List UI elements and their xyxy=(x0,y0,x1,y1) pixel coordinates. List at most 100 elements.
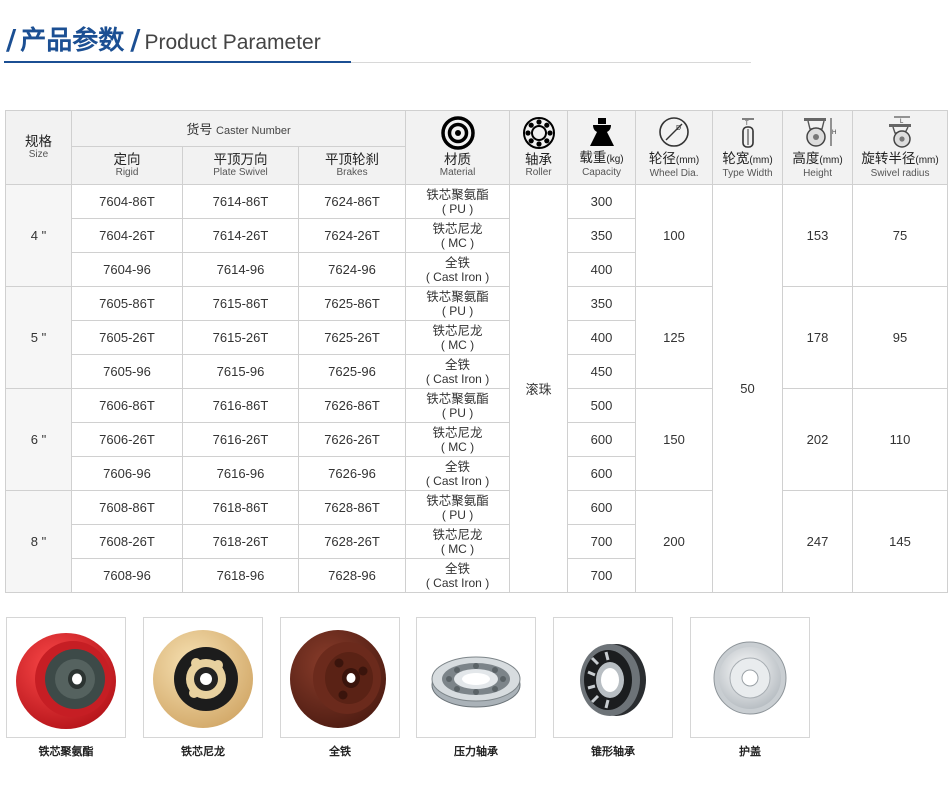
brake-cell: 7628-26T xyxy=(297,524,407,559)
brake-cell: 7624-96 xyxy=(297,252,407,287)
rigid-cell: 7606-96 xyxy=(71,456,183,491)
product-card: 铁芯尼龙 xyxy=(143,617,263,759)
capacity-cell: 500 xyxy=(567,388,637,423)
brake-cell: 7625-86T xyxy=(297,286,407,321)
capacity-cell: 300 xyxy=(567,184,637,219)
header-material: 材质 Material xyxy=(405,110,511,185)
header-caster-number: 货号 Caster Number xyxy=(70,110,407,147)
capacity-cell: 450 xyxy=(567,354,637,389)
material-cell: 铁芯尼龙( MC ) xyxy=(405,218,511,253)
title-slash: / xyxy=(6,23,17,56)
svg-text:H: H xyxy=(832,130,836,136)
brake-cell: 7626-86T xyxy=(297,388,407,423)
swivel-cell: 7614-96 xyxy=(182,252,299,287)
material-cell: 全铁( Cast Iron ) xyxy=(405,252,511,287)
tapered-bearing-image xyxy=(553,617,673,738)
nylon-wheel-image xyxy=(143,617,263,738)
rigid-cell: 7605-96 xyxy=(71,354,183,389)
header-rigid: 定向 Rigid xyxy=(71,146,183,185)
header-capacity: 载重(kg) Capacity xyxy=(567,110,637,185)
product-card: 压力轴承 xyxy=(416,617,536,759)
swivel-cell: 7618-86T xyxy=(182,490,299,525)
swivel-cell: 7616-26T xyxy=(182,422,299,457)
thrust-bearing-image xyxy=(416,617,536,738)
width-cell: 50 xyxy=(712,184,784,593)
dust-cover-image xyxy=(690,617,810,738)
table-row: 4 " 7604-86T 7614-86T 7624-86T 铁芯聚氨酯( PU… xyxy=(5,184,949,593)
swivel-cell: 7615-26T xyxy=(182,320,299,355)
title-en: Product Parameter xyxy=(144,31,321,54)
header-plate-swivel: 平顶万向 Plate Swivel xyxy=(182,146,299,185)
product-label: 铁芯聚氨酯 xyxy=(38,745,94,758)
header-size: 规格 Size xyxy=(5,110,72,185)
table-row: 5 " 7605-86T 7615-86T 7625-86T 铁芯聚氨酯( PU… xyxy=(5,286,949,389)
header-brakes: 平顶轮刹 Brakes xyxy=(297,146,407,185)
product-label: 锥形轴承 xyxy=(591,745,635,758)
capacity-cell: 400 xyxy=(567,320,637,355)
brake-cell: 7626-26T xyxy=(297,422,407,457)
wheel-dia-cell: 100 xyxy=(635,184,714,287)
header-roller: 轴承 Roller xyxy=(509,110,569,185)
wheel-dia-cell: 125 xyxy=(635,286,714,389)
material-cell: 铁芯聚氨酯( PU ) xyxy=(405,490,511,525)
caster-height-icon: H xyxy=(803,118,836,147)
title-slash: / xyxy=(130,23,141,56)
material-target-icon xyxy=(440,116,475,150)
height-cell: 178 xyxy=(782,286,854,389)
brake-cell: 7626-96 xyxy=(297,456,407,491)
product-card: 锥形轴承 xyxy=(553,617,673,759)
swivel-cell: 7614-26T xyxy=(182,218,299,253)
capacity-cell: 350 xyxy=(567,286,637,321)
wheel-width-icon: T xyxy=(741,118,754,148)
rigid-cell: 7605-86T xyxy=(71,286,183,321)
rigid-cell: 7605-26T xyxy=(71,320,183,355)
size-cell: 5 " xyxy=(5,286,72,389)
spec-table: 规格 Size 货号 Caster Number 材质 Material 轴承 … xyxy=(5,110,949,593)
product-card: 护盖 xyxy=(690,617,810,759)
wheel-dia-cell: 200 xyxy=(635,490,714,593)
header-type-width: T 轮宽(mm) Type Width xyxy=(712,110,784,185)
swivel-radius-cell: 110 xyxy=(852,388,949,491)
material-cell: 铁芯聚氨酯( PU ) xyxy=(405,388,511,423)
capacity-cell: 350 xyxy=(567,218,637,253)
product-label: 铁芯尼龙 xyxy=(181,745,225,758)
material-cell: 铁芯聚氨酯( PU ) xyxy=(405,286,511,321)
size-cell: 6 " xyxy=(5,388,72,491)
swivel-cell: 7618-96 xyxy=(182,558,299,593)
rigid-cell: 7608-96 xyxy=(71,558,183,593)
material-cell: 铁芯尼龙( MC ) xyxy=(405,524,511,559)
brake-cell: 7625-26T xyxy=(297,320,407,355)
table-row: 6 " 7606-86T 7616-86T 7626-86T 铁芯聚氨酯( PU… xyxy=(5,388,949,491)
swivel-cell: 7614-86T xyxy=(182,184,299,219)
swivel-cell: 7616-96 xyxy=(182,456,299,491)
product-label: 压力轴承 xyxy=(454,745,498,758)
swivel-cell: 7616-86T xyxy=(182,388,299,423)
title-divider xyxy=(351,62,751,63)
material-cell: 全铁( Cast Iron ) xyxy=(405,456,511,491)
swivel-radius-icon: L xyxy=(889,116,912,148)
header-wheel-dia: D 轮径(mm) Wheel Dia. xyxy=(635,110,714,185)
product-card: 全铁 xyxy=(280,617,400,759)
height-cell: 153 xyxy=(782,184,854,287)
brake-cell: 7625-96 xyxy=(297,354,407,389)
ball-bearing-icon xyxy=(522,117,555,149)
swivel-radius-cell: 75 xyxy=(852,184,949,287)
height-cell: 247 xyxy=(782,490,854,593)
rigid-cell: 7608-26T xyxy=(71,524,183,559)
material-cell: 铁芯聚氨酯( PU ) xyxy=(405,184,511,219)
svg-text:D: D xyxy=(676,125,681,132)
capacity-cell: 400 xyxy=(567,252,637,287)
material-cell: 铁芯尼龙( MC ) xyxy=(405,422,511,457)
table-row: 8 " 7608-86T 7618-86T 7628-86T 铁芯聚氨酯( PU… xyxy=(5,490,949,593)
capacity-cell: 700 xyxy=(567,558,637,593)
roller-cell: 滚珠 xyxy=(509,184,569,593)
swivel-radius-cell: 95 xyxy=(852,286,949,389)
red-pu-wheel-image xyxy=(6,617,126,738)
swivel-cell: 7618-26T xyxy=(182,524,299,559)
rigid-cell: 7606-26T xyxy=(71,422,183,457)
wheel-dia-cell: 150 xyxy=(635,388,714,491)
capacity-cell: 600 xyxy=(567,490,637,525)
product-label: 全铁 xyxy=(329,745,351,758)
page-title: / 产品参数 / Product Parameter xyxy=(6,20,321,56)
material-cell: 全铁( Cast Iron ) xyxy=(405,558,511,593)
